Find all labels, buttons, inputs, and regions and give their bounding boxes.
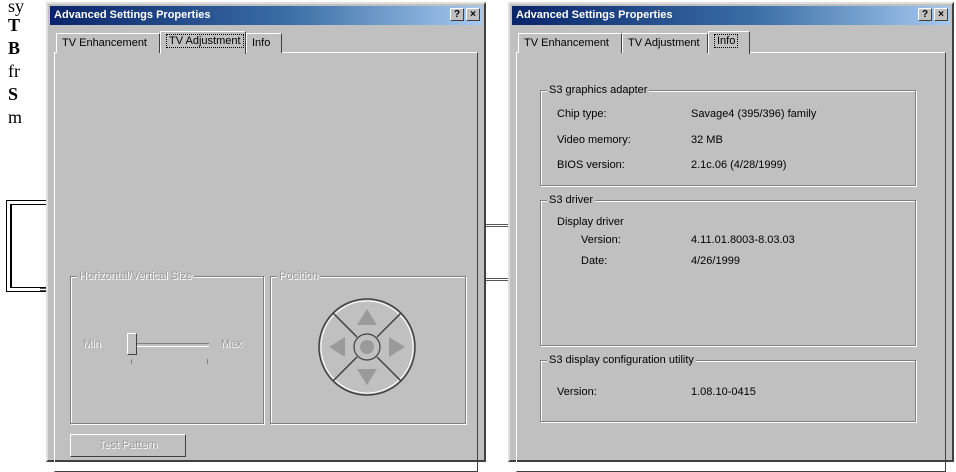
doc-bold-letter: S (8, 84, 19, 104)
help-button[interactable]: ? (450, 8, 464, 21)
tab-info[interactable]: Info (708, 31, 750, 54)
utility-group-label: S3 display configuration utility (547, 353, 696, 367)
position-pad (318, 298, 416, 396)
adapter-group-label: S3 graphics adapter (547, 83, 650, 97)
tab-info[interactable]: Info (246, 33, 282, 53)
tab-tv-enhancement[interactable]: TV Enhancement (56, 33, 160, 53)
doc-bold-letter: B (8, 38, 21, 58)
help-button[interactable]: ? (918, 8, 932, 21)
doc-line-2: T (8, 15, 20, 36)
slider-tick (131, 359, 132, 364)
tab-label: TV Enhancement (62, 37, 147, 49)
position-groupbox: Position (270, 269, 466, 424)
min-label: Min (83, 338, 101, 350)
utility-version-value: 1.08.10-0415 (691, 386, 756, 398)
doc-rule (486, 224, 508, 227)
doc-line-3: B (8, 38, 20, 59)
tab-tv-enhancement[interactable]: TV Enhancement (518, 33, 622, 53)
slider-tick (207, 359, 208, 364)
driver-group-label: S3 driver (547, 193, 596, 207)
window-title: Advanced Settings Properties (54, 9, 211, 21)
tab-label: TV Adjustment (166, 34, 244, 48)
video-memory-value: 32 MB (691, 134, 723, 146)
size-slider-thumb[interactable] (127, 333, 137, 355)
adapter-groupbox: S3 graphics adapter Chip type: Savage4 (… (540, 83, 916, 186)
max-label: Max (221, 338, 242, 350)
driver-date-label: Date: (581, 255, 608, 267)
size-slider-track (129, 343, 209, 347)
bios-version-value: 2.1c.06 (4/28/1999) (691, 159, 787, 171)
tab-label: TV Adjustment (628, 37, 700, 49)
tab-tv-adjustment[interactable]: TV Adjustment (160, 31, 246, 54)
center-icon[interactable] (353, 333, 381, 361)
document-frame-box (6, 200, 51, 292)
left-properties-window: Advanced Settings Properties ? × TV Enha… (46, 2, 486, 472)
doc-bold-letter: T (8, 15, 21, 35)
close-button[interactable]: × (466, 8, 480, 21)
size-group-label: Horizontal/Vertical Size (77, 269, 195, 283)
right-properties-window: Advanced Settings Properties ? × TV Enha… (508, 2, 954, 472)
driver-groupbox: S3 driver Display driver Version: 4.11.0… (540, 193, 916, 346)
tab-label: Info (714, 34, 739, 48)
utility-groupbox: S3 display configuration utility Version… (540, 353, 916, 422)
chip-type-value: Savage4 (395/396) family (691, 108, 817, 120)
driver-version-value: 4.11.01.8003-8.03.03 (691, 234, 795, 246)
doc-rule (486, 278, 508, 281)
tab-tv-adjustment[interactable]: TV Adjustment (622, 33, 708, 53)
utility-version-label: Version: (557, 386, 597, 398)
display-driver-label: Display driver (557, 216, 624, 228)
doc-line-4: fr (8, 61, 20, 81)
bios-version-label: BIOS version: (557, 159, 625, 171)
position-group-label: Position (277, 269, 321, 283)
left-window-titlebar[interactable]: Advanced Settings Properties (50, 6, 482, 25)
doc-line-5: S (8, 84, 18, 105)
video-memory-label: Video memory: (557, 134, 631, 146)
tab-label: Info (252, 37, 271, 49)
test-pattern-button[interactable]: Test Pattern (70, 434, 186, 457)
chip-type-label: Chip type: (557, 108, 607, 120)
driver-date-value: 4/26/1999 (691, 255, 740, 267)
close-button[interactable]: × (934, 8, 948, 21)
doc-line-6: m (8, 107, 23, 127)
tab-label: TV Enhancement (524, 37, 609, 49)
window-title: Advanced Settings Properties (516, 9, 673, 21)
right-window-titlebar[interactable]: Advanced Settings Properties (512, 6, 950, 25)
driver-version-label: Version: (581, 234, 621, 246)
size-groupbox: Horizontal/Vertical Size Min Max (70, 269, 264, 424)
